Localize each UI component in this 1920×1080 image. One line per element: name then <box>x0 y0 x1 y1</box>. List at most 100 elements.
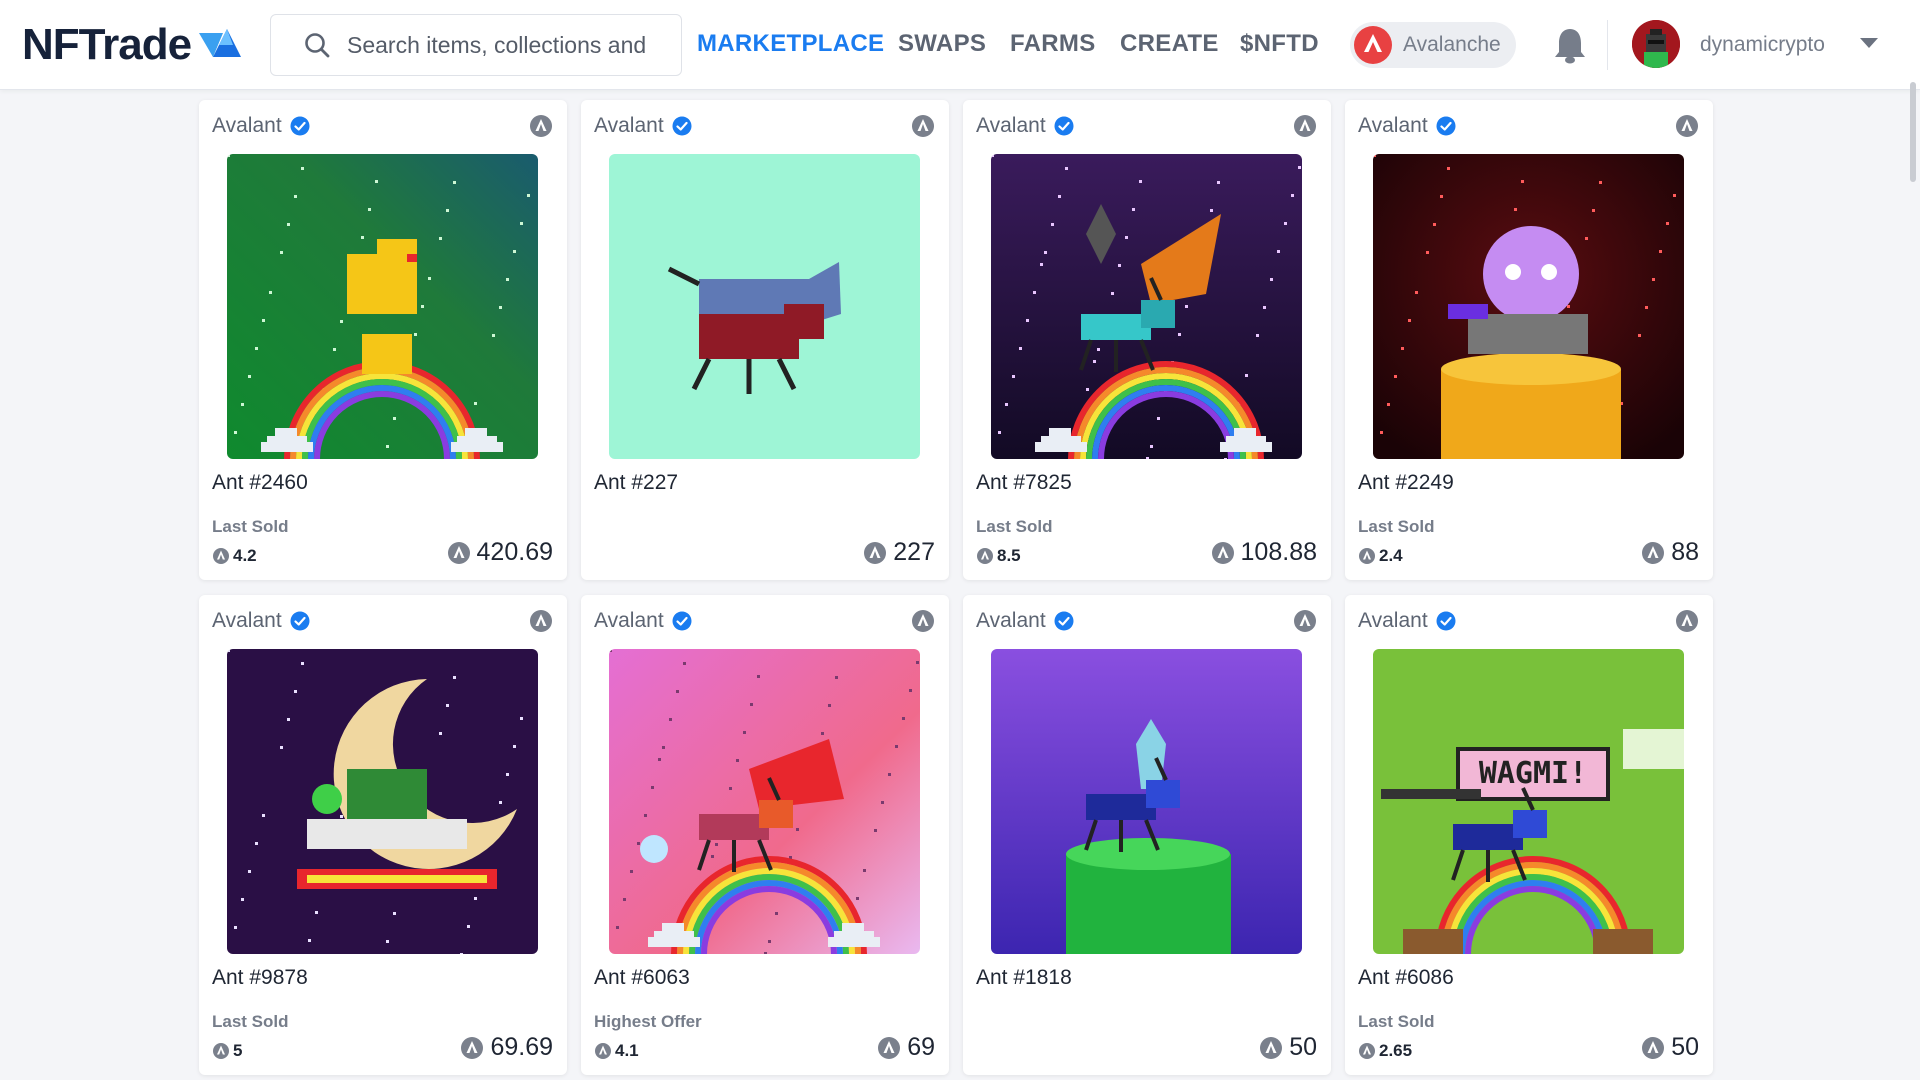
sale-info-value: 2.65 <box>1358 1041 1412 1061</box>
collection-label: Avalant <box>594 114 664 137</box>
collection-name[interactable]: Avalant <box>594 114 692 138</box>
nft-card[interactable]: Avalant Ant #9878 Last Sold 5 69.69 <box>199 595 567 1075</box>
chevron-down-icon[interactable] <box>1860 38 1878 48</box>
avalanche-chain-icon <box>1676 115 1698 137</box>
nav-farms[interactable]: FARMS <box>1010 30 1096 58</box>
sale-info-label: Last Sold <box>1358 517 1435 536</box>
avax-small-icon <box>595 1043 611 1059</box>
nft-card[interactable]: Avalant Ant #227 227 <box>581 100 949 580</box>
sale-info-value: 2.4 <box>1358 546 1403 566</box>
sale-info-value: 4.2 <box>212 546 257 566</box>
avax-price-icon <box>878 1036 901 1059</box>
nft-image[interactable] <box>227 154 538 459</box>
nft-card[interactable]: Avalant Ant #7825 Last Sold 8.5 108.88 <box>963 100 1331 580</box>
avax-small-icon <box>213 548 229 564</box>
logo-mark-icon <box>199 29 242 57</box>
nav-nftd[interactable]: $NFTD <box>1240 30 1319 58</box>
search-input[interactable] <box>347 31 667 59</box>
avax-small-icon <box>1359 1043 1375 1059</box>
collection-name[interactable]: Avalant <box>212 609 310 633</box>
avax-price-icon <box>864 541 887 564</box>
top-header: NFTrade MARKETPLACE SWAPS FARMS CREATE $… <box>0 0 1920 90</box>
price: 69.69 <box>460 1033 553 1062</box>
avax-small-icon <box>213 1043 229 1059</box>
sale-info-amount: 8.5 <box>997 546 1021 565</box>
avalanche-icon <box>1354 26 1392 64</box>
sale-info-amount: 4.1 <box>615 1041 639 1060</box>
sale-info-value: 8.5 <box>976 546 1021 566</box>
collection-label: Avalant <box>212 114 282 137</box>
verified-badge-icon <box>672 611 692 631</box>
nft-image[interactable] <box>991 649 1302 954</box>
nft-image[interactable] <box>609 649 920 954</box>
sale-info-label: Last Sold <box>212 517 289 536</box>
avalanche-chain-icon <box>1294 115 1316 137</box>
nft-image[interactable] <box>1373 154 1684 459</box>
nft-name[interactable]: Ant #9878 <box>212 966 308 990</box>
nft-name[interactable]: Ant #2460 <box>212 471 308 495</box>
nft-name[interactable]: Ant #2249 <box>1358 471 1454 495</box>
avatar-image <box>1632 20 1680 68</box>
nft-image[interactable] <box>991 154 1302 459</box>
username[interactable]: dynamicrypto <box>1700 33 1825 57</box>
verified-badge-icon <box>1436 611 1456 631</box>
header-divider <box>1607 20 1608 70</box>
sale-info-label: Last Sold <box>1358 1012 1435 1031</box>
collection-name[interactable]: Avalant <box>1358 114 1456 138</box>
price: 227 <box>863 538 935 567</box>
collection-label: Avalant <box>1358 609 1428 632</box>
sale-info-amount: 5 <box>233 1041 243 1060</box>
nft-name[interactable]: Ant #6063 <box>594 966 690 990</box>
avatar[interactable] <box>1632 20 1680 68</box>
price-value: 50 <box>1671 1033 1699 1061</box>
nav-swaps[interactable]: SWAPS <box>898 30 986 58</box>
sale-info-amount: 2.4 <box>1379 546 1403 565</box>
nft-card[interactable]: Avalant Ant #6063 Highest Offer 4.1 69 <box>581 595 949 1075</box>
sale-info-amount: 4.2 <box>233 546 257 565</box>
price-value: 420.69 <box>476 538 553 566</box>
avalanche-chain-icon <box>912 115 934 137</box>
nft-card[interactable]: Avalant WAGMI! Ant #6086 Last Sold 2.65 <box>1345 595 1713 1075</box>
nft-name[interactable]: Ant #1818 <box>976 966 1072 990</box>
verified-badge-icon <box>672 116 692 136</box>
image-sign-text: WAGMI! <box>1479 756 1587 791</box>
avax-price-icon <box>1642 1036 1665 1059</box>
nft-card[interactable]: Avalant Ant #2249 Last Sold 2.4 88 <box>1345 100 1713 580</box>
avax-price-icon <box>1642 541 1665 564</box>
collection-name[interactable]: Avalant <box>976 609 1074 633</box>
bell-icon[interactable] <box>1553 26 1587 64</box>
collection-name[interactable]: Avalant <box>212 114 310 138</box>
logo-text: NFTrade <box>22 20 192 69</box>
price: 88 <box>1641 538 1699 567</box>
nft-image[interactable]: WAGMI! <box>1373 649 1684 954</box>
collection-name[interactable]: Avalant <box>976 114 1074 138</box>
chain-selector[interactable]: Avalanche <box>1350 22 1516 68</box>
nav-create[interactable]: CREATE <box>1120 30 1219 58</box>
page-scrollbar[interactable] <box>1910 82 1916 182</box>
nft-image[interactable] <box>609 154 920 459</box>
nft-name[interactable]: Ant #7825 <box>976 471 1072 495</box>
nav-marketplace[interactable]: MARKETPLACE <box>697 30 884 58</box>
avalanche-chain-icon <box>912 610 934 632</box>
sale-info-value: 5 <box>212 1041 242 1061</box>
collection-label: Avalant <box>212 609 282 632</box>
price-value: 88 <box>1671 538 1699 566</box>
verified-badge-icon <box>1054 116 1074 136</box>
sale-info-label: Last Sold <box>976 517 1053 536</box>
price-value: 69 <box>907 1033 935 1061</box>
price: 108.88 <box>1211 538 1317 567</box>
verified-badge-icon <box>290 116 310 136</box>
nft-card[interactable]: Avalant Ant #1818 50 <box>963 595 1331 1075</box>
nft-name[interactable]: Ant #6086 <box>1358 966 1454 990</box>
nftrade-logo[interactable]: NFTrade <box>22 20 242 69</box>
nft-image[interactable] <box>227 649 538 954</box>
nft-card[interactable]: Avalant Ant #2460 Last Sold 4.2 420.69 <box>199 100 567 580</box>
collection-name[interactable]: Avalant <box>1358 609 1456 633</box>
collection-label: Avalant <box>976 114 1046 137</box>
search-box[interactable] <box>270 14 682 76</box>
avax-small-icon <box>1359 548 1375 564</box>
collection-name[interactable]: Avalant <box>594 609 692 633</box>
search-icon <box>305 33 330 58</box>
nft-name[interactable]: Ant #227 <box>594 471 678 495</box>
sale-info-value: 4.1 <box>594 1041 639 1061</box>
